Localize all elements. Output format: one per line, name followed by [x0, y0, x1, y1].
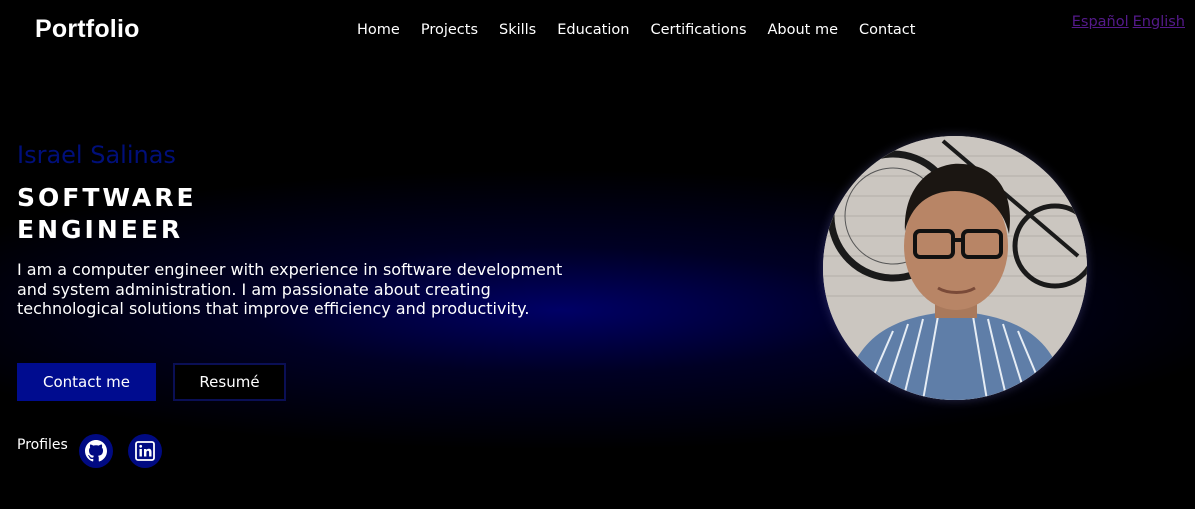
nav-about[interactable]: About me [768, 22, 839, 38]
profiles-label: Profiles [17, 437, 68, 453]
linkedin-icon-glyph [135, 441, 155, 461]
page: Portfolio Home Projects Skills Education… [0, 0, 1195, 509]
hero-role-line2: ENGINEER [17, 215, 184, 244]
main-nav: Home Projects Skills Education Certifica… [357, 22, 915, 38]
github-icon[interactable] [79, 434, 113, 468]
resume-button[interactable]: Resumé [173, 363, 286, 401]
profile-photo-illustration [823, 136, 1087, 400]
nav-projects[interactable]: Projects [421, 22, 478, 38]
logo[interactable]: Portfolio [35, 15, 140, 44]
nav-certifications[interactable]: Certifications [650, 22, 746, 38]
github-icon-glyph [85, 440, 107, 462]
lang-english-link[interactable]: English [1133, 14, 1185, 30]
linkedin-icon[interactable] [128, 434, 162, 468]
nav-education[interactable]: Education [557, 22, 629, 38]
nav-skills[interactable]: Skills [499, 22, 536, 38]
hero-name: Israel Salinas [17, 141, 176, 169]
lang-spanish-link[interactable]: Español [1072, 14, 1129, 30]
hero-role-line1: SOFTWARE [17, 183, 197, 212]
profile-photo [823, 136, 1087, 400]
nav-home[interactable]: Home [357, 22, 400, 38]
nav-contact[interactable]: Contact [859, 22, 915, 38]
hero-role: SOFTWARE ENGINEER [17, 182, 257, 246]
contact-me-button[interactable]: Contact me [17, 363, 156, 401]
hero-bio: I am a computer engineer with experience… [17, 260, 563, 318]
language-switcher: Español English [1072, 14, 1185, 30]
